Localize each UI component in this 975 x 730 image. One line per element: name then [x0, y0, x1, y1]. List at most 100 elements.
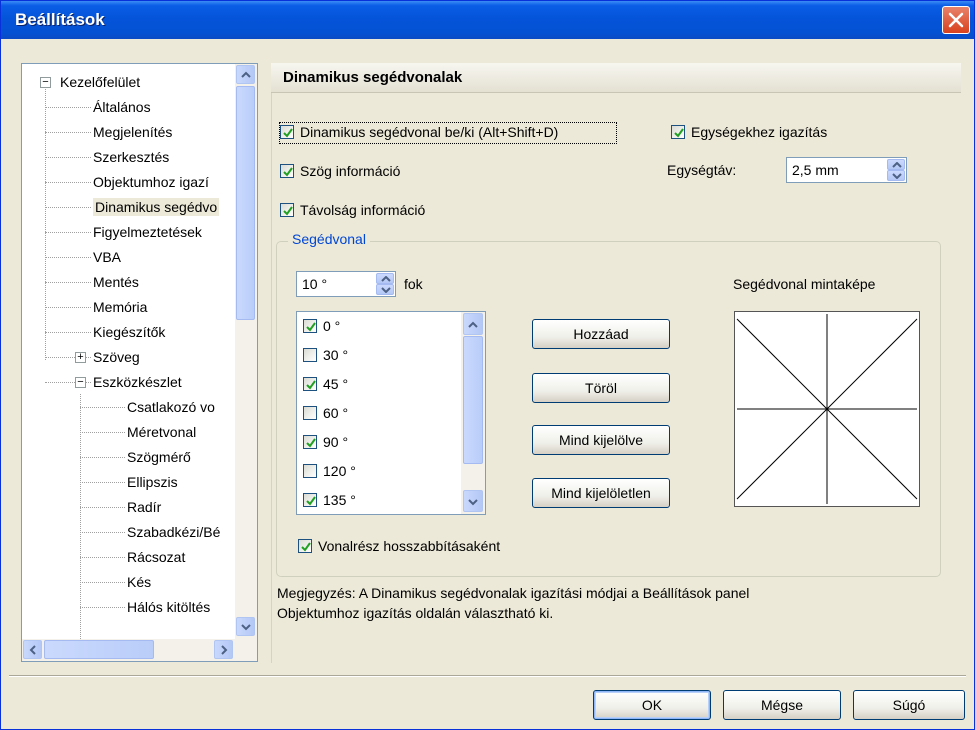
- tree-item[interactable]: Kiegészítők: [93, 321, 165, 343]
- checkbox-box[interactable]: [298, 539, 312, 553]
- checkbox-box[interactable]: [671, 125, 685, 139]
- tree-vertical-scrollbar[interactable]: [235, 64, 257, 639]
- tree-item-label: Memória: [93, 299, 148, 315]
- tree-item[interactable]: Dinamikus segédvo: [93, 196, 220, 218]
- tree-item[interactable]: Méretvonal: [127, 421, 196, 443]
- tree-connector: [45, 132, 91, 133]
- title-bar[interactable]: Beállítások: [1, 1, 974, 39]
- checkbox-box[interactable]: [303, 493, 317, 507]
- tree-item[interactable]: Figyelmeztetések: [93, 221, 202, 243]
- stepper-arrows[interactable]: [376, 273, 394, 295]
- collapse-icon[interactable]: −: [40, 77, 51, 88]
- list-item[interactable]: 120 °: [299, 459, 459, 483]
- tree-item[interactable]: Ellipszis: [127, 471, 178, 493]
- stepper-down-button[interactable]: [887, 170, 905, 181]
- tree-connector: [80, 507, 125, 508]
- checkbox-box[interactable]: [303, 464, 317, 478]
- tree-item-label: Általános: [93, 99, 151, 115]
- tree-item-label: Szabadkézi/Bé: [127, 524, 221, 540]
- tree-item[interactable]: Eszközkészlet: [93, 371, 182, 393]
- tree-item[interactable]: Memória: [93, 296, 147, 318]
- list-item-label: 135 °: [323, 492, 356, 508]
- section-title: Dinamikus segédvonalak: [271, 63, 961, 93]
- list-item[interactable]: 30 °: [299, 343, 459, 367]
- scroll-down-button[interactable]: [463, 490, 483, 512]
- list-item-label: 90 °: [323, 434, 349, 450]
- tree-item[interactable]: Rácsozat: [127, 546, 185, 568]
- checkbox-box[interactable]: [280, 164, 294, 178]
- stepper-up-button[interactable]: [887, 159, 905, 170]
- tree-item[interactable]: VBA: [93, 246, 121, 268]
- checkbox-box[interactable]: [303, 406, 317, 420]
- tree-item[interactable]: Csatlakozó vo: [127, 396, 215, 418]
- stepper-down-button[interactable]: [376, 284, 394, 295]
- scroll-thumb[interactable]: [236, 86, 255, 320]
- dynamic-guides-checkbox[interactable]: Dinamikus segédvonal be/ki (Alt+Shift+D): [279, 122, 617, 144]
- tree-item-label: Megjelenítés: [93, 124, 173, 140]
- tree-item[interactable]: Kés: [127, 571, 151, 593]
- list-item[interactable]: 60 °: [299, 401, 459, 425]
- tree-item-label: Csatlakozó vo: [127, 399, 215, 415]
- stepper-up-button[interactable]: [376, 273, 394, 284]
- angle-stepper[interactable]: 10 °: [296, 271, 396, 297]
- ok-button[interactable]: OK: [593, 690, 711, 720]
- check-icon: [306, 496, 316, 506]
- angle-list-scrollbar[interactable]: [461, 312, 485, 514]
- stepper-arrows[interactable]: [887, 159, 905, 181]
- delete-button[interactable]: Töröl: [532, 373, 670, 403]
- scroll-down-button[interactable]: [236, 617, 255, 636]
- collapse-icon[interactable]: −: [75, 377, 86, 388]
- scroll-left-button[interactable]: [23, 640, 42, 659]
- select-all-button[interactable]: Mind kijelölve: [532, 425, 670, 455]
- tree-item[interactable]: Radír: [127, 496, 161, 518]
- tree-item-label: Kiegészítők: [93, 324, 166, 340]
- angle-list[interactable]: 0 ° 30 ° 45 ° 60 ° 90 ° 120 ° 135 °: [296, 311, 486, 515]
- tree-item[interactable]: Kezelőfelület: [60, 71, 140, 93]
- tree-item[interactable]: Objektumhoz igazí: [93, 171, 209, 193]
- chevron-down-icon: [241, 624, 251, 631]
- tree-item[interactable]: Szögmérő: [127, 446, 191, 468]
- list-item[interactable]: 0 °: [299, 314, 459, 338]
- scroll-thumb[interactable]: [463, 336, 483, 464]
- checkbox-box[interactable]: [280, 203, 294, 217]
- checkbox-box[interactable]: [303, 319, 317, 333]
- tree-item[interactable]: Általános: [93, 96, 151, 118]
- expand-icon[interactable]: +: [75, 352, 86, 363]
- chevron-up-icon: [381, 276, 391, 282]
- list-item[interactable]: 90 °: [299, 430, 459, 454]
- tree-item-label: Mentés: [93, 274, 139, 290]
- list-item[interactable]: 45 °: [299, 372, 459, 396]
- tree-horizontal-scrollbar[interactable]: [22, 639, 257, 661]
- cancel-button[interactable]: Mégse: [723, 690, 841, 720]
- list-item[interactable]: 135 °: [299, 488, 459, 512]
- tree-item[interactable]: Mentés: [93, 271, 139, 293]
- tree-connector: [80, 457, 125, 458]
- close-button[interactable]: [942, 6, 970, 34]
- tree-item[interactable]: Szerkesztés: [93, 146, 169, 168]
- checkbox-box[interactable]: [303, 435, 317, 449]
- tree-connector: [80, 582, 125, 583]
- tree-item[interactable]: Megjelenítés: [93, 121, 172, 143]
- tree-connector: [80, 557, 125, 558]
- scroll-up-button[interactable]: [463, 313, 483, 335]
- add-button[interactable]: Hozzáad: [532, 319, 670, 349]
- chevron-right-icon: [221, 645, 228, 655]
- chevron-up-icon: [892, 162, 902, 168]
- tree-item[interactable]: Szöveg: [93, 346, 140, 368]
- check-icon: [283, 206, 293, 216]
- scroll-thumb-horizontal[interactable]: [44, 640, 154, 659]
- checkbox-box[interactable]: [303, 348, 317, 362]
- tree-item-label: Rácsozat: [127, 549, 186, 565]
- tree-connector: [45, 157, 91, 158]
- check-icon: [674, 128, 684, 138]
- scroll-right-button[interactable]: [214, 640, 233, 659]
- tree-item[interactable]: Hálós kitöltés: [127, 596, 210, 618]
- unit-distance-stepper[interactable]: 2,5 mm: [786, 157, 907, 183]
- help-button[interactable]: Súgó: [853, 690, 965, 720]
- checkbox-box[interactable]: [303, 377, 317, 391]
- category-tree[interactable]: Kezelőfelület − Általános Megjelenítés Szerk…: [21, 63, 258, 662]
- tree-item[interactable]: Szabadkézi/Bé: [127, 521, 220, 543]
- scroll-up-button[interactable]: [236, 65, 255, 84]
- checkbox-box[interactable]: [280, 125, 294, 139]
- deselect-all-button[interactable]: Mind kijelöletlen: [532, 478, 670, 508]
